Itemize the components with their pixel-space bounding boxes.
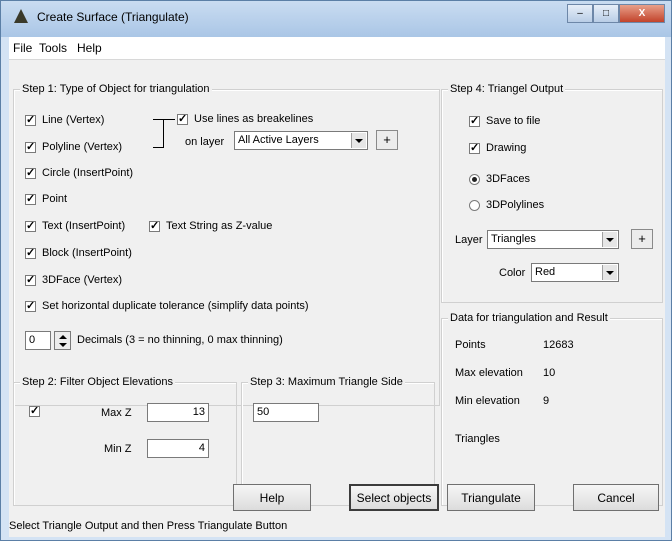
help-button[interactable]: Help <box>233 484 311 511</box>
output-layer-select[interactable]: Triangles <box>487 230 619 249</box>
point-label: Point <box>42 193 68 205</box>
3dface-checkbox[interactable] <box>25 273 36 286</box>
3dpolylines-label: 3DPolylines <box>486 199 545 211</box>
output-layer-value: Triangles <box>491 233 536 245</box>
breakline-layer-pick-button[interactable]: + <box>376 130 398 150</box>
title-bar[interactable]: Create Surface (Triangulate) – □ X <box>1 1 671 37</box>
decimals-spinner[interactable] <box>54 331 71 350</box>
status-bar: Select Triangle Output and then Press Tr… <box>9 520 288 532</box>
menu-help[interactable]: Help <box>77 41 102 55</box>
filter-elevation-checkbox[interactable] <box>29 404 40 417</box>
menu-file[interactable]: File <box>13 41 32 55</box>
drawing-checkbox[interactable] <box>469 141 480 154</box>
triangulate-button[interactable]: Triangulate <box>447 484 535 511</box>
step3-title: Step 3: Maximum Triangle Side <box>248 376 405 388</box>
max-elevation-value: 10 <box>543 367 556 379</box>
breakline-layer-select[interactable]: All Active Layers <box>234 131 368 150</box>
text-checkbox[interactable] <box>25 219 36 232</box>
circle-label: Circle (InsertPoint) <box>42 167 134 179</box>
max-z-input[interactable]: 13 <box>147 403 209 422</box>
chevron-down-icon[interactable] <box>351 133 366 148</box>
on-layer-label: on layer <box>185 136 225 148</box>
min-elevation-label: Min elevation <box>455 395 520 407</box>
dialog-client-area: File Tools Help Step 1: Type of Object f… <box>9 37 665 537</box>
bracket-line <box>153 119 164 148</box>
drawing-label: Drawing <box>486 142 527 154</box>
use-breaklines-checkbox[interactable] <box>177 112 188 125</box>
output-layer-pick-button[interactable]: + <box>631 229 653 249</box>
polyline-label: Polyline (Vertex) <box>42 141 123 153</box>
polyline-checkbox[interactable] <box>25 140 36 153</box>
3dpolylines-radio[interactable] <box>469 200 480 211</box>
3dfaces-label: 3DFaces <box>486 173 531 185</box>
maximize-button[interactable]: □ <box>593 4 619 23</box>
max-elevation-label: Max elevation <box>455 367 523 379</box>
text-z-checkbox[interactable] <box>149 219 160 232</box>
cancel-button[interactable]: Cancel <box>573 484 659 511</box>
points-value: 12683 <box>543 339 574 351</box>
decimals-input[interactable]: 0 <box>25 331 51 350</box>
min-elevation-value: 9 <box>543 395 550 407</box>
bracket-connector <box>163 119 175 120</box>
chevron-down-icon[interactable] <box>602 265 617 280</box>
text-z-label: Text String as Z-value <box>166 220 273 232</box>
block-label: Block (InsertPoint) <box>42 247 132 259</box>
save-to-file-label: Save to file <box>486 115 541 127</box>
select-objects-button[interactable]: Select objects <box>349 484 439 511</box>
tolerance-label: Set horizontal duplicate tolerance (simp… <box>42 300 309 312</box>
step2-title: Step 2: Filter Object Elevations <box>20 376 176 388</box>
triangle-app-icon <box>14 9 28 23</box>
caption-buttons: – □ X <box>567 4 665 23</box>
text-label: Text (InsertPoint) <box>42 220 126 232</box>
point-checkbox[interactable] <box>25 192 36 205</box>
min-z-input[interactable]: 4 <box>147 439 209 458</box>
block-checkbox[interactable] <box>25 246 36 259</box>
line-checkbox[interactable] <box>25 113 36 126</box>
step1-title: Step 1: Type of Object for triangulation <box>20 83 212 95</box>
breakline-layer-value: All Active Layers <box>238 134 319 146</box>
chevron-down-icon[interactable] <box>602 232 617 247</box>
circle-checkbox[interactable] <box>25 166 36 179</box>
color-value: Red <box>535 266 556 278</box>
3dfaces-radio[interactable] <box>469 174 480 185</box>
dialog-window: Create Surface (Triangulate) – □ X File … <box>0 0 672 541</box>
save-to-file-checkbox[interactable] <box>469 114 480 127</box>
step4-title: Step 4: Triangel Output <box>448 83 566 95</box>
window-title: Create Surface (Triangulate) <box>37 10 189 24</box>
menu-tools[interactable]: Tools <box>39 41 67 55</box>
minimize-button[interactable]: – <box>567 4 593 23</box>
close-button[interactable]: X <box>619 4 665 23</box>
min-z-label: Min Z <box>104 443 132 455</box>
use-breaklines-label: Use lines as breakelines <box>194 113 314 125</box>
max-z-label: Max Z <box>101 407 132 419</box>
max-triangle-side-input[interactable]: 50 <box>253 403 319 422</box>
3dface-label: 3DFace (Vertex) <box>42 274 123 286</box>
menu-bar: File Tools Help <box>9 37 665 60</box>
tolerance-checkbox[interactable] <box>25 299 36 312</box>
color-select[interactable]: Red <box>531 263 619 282</box>
decimals-label: Decimals (3 = no thinning, 0 max thinnin… <box>77 334 283 346</box>
color-label: Color <box>499 267 526 279</box>
triangles-label: Triangles <box>455 433 500 445</box>
result-title: Data for triangulation and Result <box>448 312 610 324</box>
line-label: Line (Vertex) <box>42 114 105 126</box>
output-layer-label: Layer <box>455 234 483 246</box>
points-label: Points <box>455 339 486 351</box>
